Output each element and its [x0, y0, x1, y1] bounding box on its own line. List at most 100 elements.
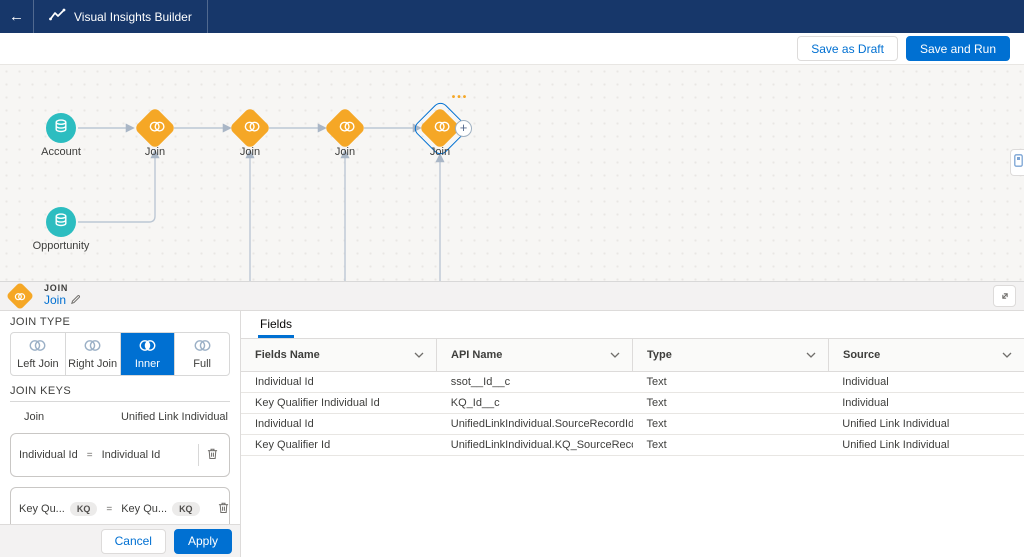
cell-type: Text: [633, 393, 829, 413]
delete-key-pair-button[interactable]: [204, 445, 221, 465]
top-nav-bar: ← Visual Insights Builder: [0, 0, 1024, 33]
cell-fields-name: Individual Id: [241, 372, 437, 392]
join-config-panel: JOIN TYPE Left Join: [0, 311, 241, 557]
table-row[interactable]: Key Qualifier Individual Id KQ_Id__c Tex…: [241, 393, 1024, 414]
column-label: Type: [647, 349, 672, 361]
join-keys-section-label: JOIN KEYS: [10, 385, 230, 402]
join-type-inner-label: Inner: [135, 358, 160, 370]
canvas-side-panel-toggle[interactable]: [1010, 149, 1024, 176]
join-venn-icon: [237, 115, 263, 141]
join-type-left[interactable]: Left Join: [11, 333, 66, 375]
column-header-type[interactable]: Type: [633, 339, 829, 371]
fields-panel: Fields Fields Name API Name Type: [241, 311, 1024, 557]
opportunity-node[interactable]: [46, 207, 76, 237]
visual-insights-builder-app: ← Visual Insights Builder Save as Draft …: [0, 0, 1024, 557]
join-venn-icon: [142, 115, 168, 141]
column-header-fields-name[interactable]: Fields Name: [241, 339, 437, 371]
node-config-header: JOIN Join: [0, 281, 1024, 311]
cell-api-name: ssot__Id__c: [437, 372, 633, 392]
column-label: Source: [843, 349, 880, 361]
delete-key-pair-button[interactable]: [215, 499, 232, 519]
pair1-right-field[interactable]: Individual Id: [102, 449, 161, 461]
join-type-section-label: JOIN TYPE: [10, 316, 230, 328]
fields-table-header: Fields Name API Name Type: [241, 339, 1024, 372]
save-as-draft-button[interactable]: Save as Draft: [797, 36, 898, 61]
config-footer: Cancel Apply: [0, 524, 240, 557]
column-header-api-name[interactable]: API Name: [437, 339, 633, 371]
join-node-2-label: Join: [220, 146, 280, 158]
column-header-source[interactable]: Source: [829, 339, 1024, 371]
expand-panel-button[interactable]: [993, 285, 1016, 307]
join-node-4-label: Join: [410, 146, 470, 158]
join-type-icon: [6, 282, 34, 310]
cell-fields-name: Individual Id: [241, 414, 437, 434]
table-row[interactable]: Key Qualifier Id UnifiedLinkIndividual.K…: [241, 435, 1024, 456]
right-source-name: Unified Link Individual: [121, 411, 228, 423]
node-name-edit[interactable]: Join: [44, 294, 81, 308]
column-label: Fields Name: [255, 349, 320, 361]
table-row[interactable]: Individual Id ssot__Id__c Text Individua…: [241, 372, 1024, 393]
join-key-sources: Join Unified Link Individual: [0, 406, 240, 427]
key-qualifier-badge: KQ: [70, 502, 98, 516]
join-venn-icon: [427, 115, 453, 141]
key-qualifier-badge: KQ: [172, 502, 200, 516]
node-title-block: JOIN Join: [44, 284, 81, 308]
join-type-right[interactable]: Right Join: [66, 333, 121, 375]
cell-source: Individual: [828, 393, 1024, 413]
cell-type: Text: [633, 414, 829, 434]
venn-left-icon: [27, 339, 48, 355]
chevron-down-icon[interactable]: [610, 349, 620, 361]
table-row[interactable]: Individual Id UnifiedLinkIndividual.Sour…: [241, 414, 1024, 435]
cancel-button[interactable]: Cancel: [101, 529, 166, 554]
cell-fields-name: Key Qualifier Id: [241, 435, 437, 455]
cell-source: Unified Link Individual: [828, 435, 1024, 455]
node-name-text: Join: [44, 294, 66, 307]
cell-source: Individual: [828, 372, 1024, 392]
bottom-section: JOIN TYPE Left Join: [0, 311, 1024, 557]
cell-api-name: KQ_Id__c: [437, 393, 633, 413]
cell-api-name: UnifiedLinkIndividual.KQ_SourceRecordId_…: [437, 435, 633, 455]
flow-canvas[interactable]: Account Opportunity Join: [0, 65, 1024, 281]
join-type-full-label: Full: [193, 358, 211, 370]
opportunity-node-label: Opportunity: [11, 240, 111, 252]
equals-operator: =: [87, 450, 93, 461]
cell-source: Unified Link Individual: [828, 414, 1024, 434]
join-type-right-label: Right Join: [68, 358, 117, 370]
column-label: API Name: [451, 349, 502, 361]
tab-bar: Fields: [241, 311, 1024, 339]
database-icon: [53, 212, 69, 233]
add-node-button[interactable]: +: [455, 120, 472, 137]
join-type-inner-selected[interactable]: Inner: [121, 333, 176, 375]
join-node-1-label: Join: [125, 146, 185, 158]
app-title: Visual Insights Builder: [74, 10, 192, 24]
apply-button[interactable]: Apply: [174, 529, 232, 554]
chevron-down-icon[interactable]: [414, 349, 424, 361]
cell-type: Text: [633, 372, 829, 392]
cell-api-name: UnifiedLinkIndividual.SourceRecordId__c: [437, 414, 633, 434]
account-node-label: Account: [21, 146, 101, 158]
pair2-left-field[interactable]: Key Qu...: [19, 503, 65, 515]
join-key-pair-1[interactable]: Individual Id = Individual Id: [10, 433, 230, 477]
join-type-selector: Left Join Right Join: [10, 332, 230, 376]
more-options-icon[interactable]: •••: [442, 92, 478, 103]
tab-fields[interactable]: Fields: [258, 312, 294, 338]
chevron-down-icon[interactable]: [1002, 349, 1012, 361]
edit-pencil-icon[interactable]: [70, 294, 81, 308]
join-type-full[interactable]: Full: [175, 333, 229, 375]
back-button[interactable]: ←: [0, 0, 34, 33]
join-type-left-label: Left Join: [17, 358, 59, 370]
cell-type: Text: [633, 435, 829, 455]
database-icon: [53, 118, 69, 139]
cell-fields-name: Key Qualifier Individual Id: [241, 393, 437, 413]
panel-toggle-icon: [1014, 154, 1023, 172]
account-node[interactable]: [46, 113, 76, 143]
venn-inner-icon: [137, 339, 158, 355]
venn-right-icon: [82, 339, 103, 355]
chevron-down-icon[interactable]: [806, 349, 816, 361]
save-and-run-button[interactable]: Save and Run: [906, 36, 1010, 61]
connector-lines: [0, 65, 1024, 281]
left-source-name: Join: [24, 411, 44, 423]
pair1-left-field[interactable]: Individual Id: [19, 449, 78, 461]
card-divider: [198, 444, 199, 466]
pair2-right-field[interactable]: Key Qu...: [121, 503, 167, 515]
